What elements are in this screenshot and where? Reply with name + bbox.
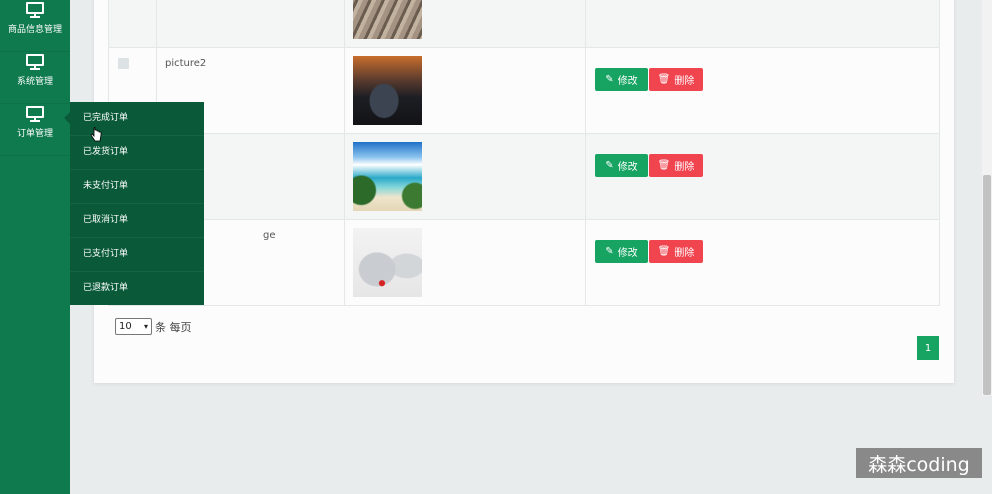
row-image-cell	[344, 219, 586, 306]
delete-button[interactable]: 🗑 删除	[649, 68, 703, 91]
delete-label: 删除	[674, 162, 695, 173]
monitor-icon	[26, 106, 44, 122]
row-image-cell	[344, 0, 586, 48]
edit-button[interactable]: ✎ 修改	[595, 240, 648, 263]
camera-photo	[353, 228, 422, 297]
delete-button[interactable]: 🗑 删除	[649, 154, 703, 177]
rails-photo	[353, 0, 422, 39]
page-size-select[interactable]: 10 ▾	[115, 318, 152, 335]
delete-label: 删除	[674, 248, 695, 259]
row-image-cell	[344, 133, 586, 220]
submenu-item-unpaid[interactable]: 未支付订单	[70, 170, 204, 204]
row-actions: ✎ 修改 🗑 删除	[585, 219, 940, 306]
monitor-icon	[26, 2, 44, 18]
trash-icon: 🗑	[657, 74, 671, 85]
edit-label: 修改	[617, 248, 638, 259]
table-row: ✎ 修改 🗑 删除	[108, 133, 940, 220]
sidebar-item-label: 订单管理	[16, 129, 53, 139]
table-row	[108, 0, 940, 48]
monitor-icon	[26, 54, 44, 70]
trash-icon: 🗑	[657, 160, 671, 171]
edit-label: 修改	[617, 76, 638, 87]
watermark: 森森coding	[856, 448, 982, 478]
content-card: picture2 ✎ 修改 🗑 删除 ✎ 修改 🗑 删除 ge ✎ 修改 🗑 删…	[94, 0, 954, 383]
product-table: picture2 ✎ 修改 🗑 删除 ✎ 修改 🗑 删除 ge ✎ 修改 🗑 删…	[108, 0, 940, 306]
page-size-value: 10	[119, 321, 132, 332]
row-name	[156, 0, 345, 48]
edit-icon: ✎	[605, 160, 614, 171]
edit-button[interactable]: ✎ 修改	[595, 154, 648, 177]
submenu-item-refunded[interactable]: 已退款订单	[70, 272, 204, 306]
edit-icon: ✎	[605, 74, 614, 85]
sidebar-item-product-info[interactable]: 商品信息管理	[0, 0, 70, 52]
sidebar-item-system[interactable]: 系统管理	[0, 52, 70, 104]
trash-icon: 🗑	[657, 246, 671, 257]
table-row: ge ✎ 修改 🗑 删除	[108, 219, 940, 306]
delete-button[interactable]: 🗑 删除	[649, 240, 703, 263]
submenu-item-paid[interactable]: 已支付订单	[70, 238, 204, 272]
edit-icon: ✎	[605, 246, 614, 257]
row-image-cell	[344, 47, 586, 134]
row-checkbox[interactable]	[118, 58, 129, 69]
sidebar-item-label: 商品信息管理	[7, 25, 62, 35]
chevron-down-icon: ▾	[143, 322, 148, 331]
delete-label: 删除	[674, 76, 695, 87]
edit-label: 修改	[617, 162, 638, 173]
car-photo	[353, 56, 422, 125]
scrollbar-thumb[interactable]	[983, 175, 991, 395]
row-actions: ✎ 修改 🗑 删除	[585, 47, 940, 134]
page-size-control: 10 ▾ 条 每页	[115, 318, 192, 335]
edit-button[interactable]: ✎ 修改	[595, 68, 648, 91]
sidebar-item-orders[interactable]: 订单管理	[0, 104, 70, 156]
page-button[interactable]: 1	[917, 336, 939, 360]
row-actions: ✎ 修改 🗑 删除	[585, 133, 940, 220]
submenu-item-cancelled[interactable]: 已取消订单	[70, 204, 204, 238]
row-actions	[585, 0, 940, 48]
row-checkbox-cell	[108, 0, 157, 48]
hand-cursor-icon	[90, 127, 102, 142]
page-size-suffix: 条 每页	[155, 320, 192, 334]
sidebar-item-label: 系统管理	[16, 77, 53, 87]
sidebar: 商品信息管理 系统管理 订单管理	[0, 0, 70, 494]
table-row: picture2 ✎ 修改 🗑 删除	[108, 47, 940, 134]
beach-photo	[353, 142, 422, 211]
